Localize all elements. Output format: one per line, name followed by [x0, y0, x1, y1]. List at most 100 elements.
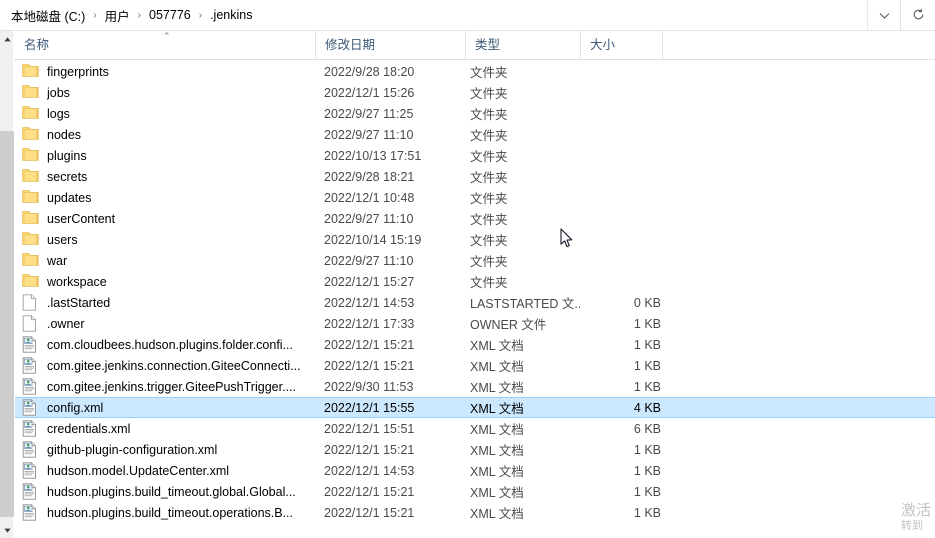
scroll-down-arrow-icon[interactable] [0, 522, 14, 538]
file-list[interactable]: fingerprints 2022/9/28 18:20 文件夹 jobs 2022/1… [15, 61, 935, 538]
file-type-cell: 文件夹 [470, 87, 508, 101]
table-row[interactable]: jobs 2022/12/1 15:26 文件夹 [15, 82, 935, 103]
column-header-size[interactable]: 大小 [580, 31, 662, 59]
table-row[interactable]: logs 2022/9/27 11:25 文件夹 [15, 103, 935, 124]
file-name-cell[interactable]: logs [22, 105, 312, 122]
table-row[interactable]: secrets 2022/9/28 18:21 文件夹 [15, 166, 935, 187]
file-type-cell: XML 文档 [470, 381, 524, 395]
column-header-type-label: 类型 [475, 38, 501, 52]
file-type-cell: 文件夹 [470, 150, 508, 164]
xml-file-icon [22, 462, 39, 479]
table-row[interactable]: com.gitee.jenkins.trigger.GiteePushTrigg… [15, 376, 935, 397]
table-row[interactable]: userContent 2022/9/27 11:10 文件夹 [15, 208, 935, 229]
folder-icon [22, 63, 39, 80]
date-modified-cell: 2022/9/30 11:53 [324, 379, 414, 394]
table-row[interactable]: config.xml 2022/12/1 15:55 XML 文档 4 KB [15, 397, 935, 418]
file-size-cell: 1 KB [633, 463, 661, 478]
breadcrumb-separator-icon[interactable]: › [194, 10, 207, 21]
table-row[interactable]: credentials.xml 2022/12/1 15:51 XML 文档 6 KB [15, 418, 935, 439]
date-modified-cell: 2022/10/13 17:51 [324, 148, 422, 163]
file-type-cell: 文件夹 [470, 213, 508, 227]
breadcrumb-separator-icon[interactable]: › [133, 10, 146, 21]
file-size-cell: 1 KB [633, 484, 661, 499]
file-name-label: updates [47, 190, 92, 205]
breadcrumb-item-0[interactable]: 本地磁盘 (C:) [8, 4, 88, 27]
xml-file-icon [22, 378, 39, 395]
file-size-cell: 1 KB [633, 358, 661, 373]
file-name-cell[interactable]: secrets [22, 168, 312, 185]
date-modified-cell: 2022/12/1 15:26 [324, 85, 415, 100]
table-row[interactable]: com.cloudbees.hudson.plugins.folder.conf… [15, 334, 935, 355]
file-name-cell[interactable]: .owner [22, 315, 312, 332]
file-type-cell: 文件夹 [470, 129, 508, 143]
file-name-cell[interactable]: credentials.xml [22, 420, 312, 437]
file-name-label: users [47, 232, 78, 247]
table-row[interactable]: com.gitee.jenkins.connection.GiteeConnec… [15, 355, 935, 376]
file-name-cell[interactable]: fingerprints [22, 63, 312, 80]
address-history-dropdown-button[interactable] [867, 0, 900, 30]
vertical-scrollbar[interactable] [0, 31, 14, 538]
xml-file-icon [22, 336, 39, 353]
table-row[interactable]: hudson.model.UpdateCenter.xml 2022/12/1 1… [15, 460, 935, 481]
table-row[interactable]: war 2022/9/27 11:10 文件夹 [15, 250, 935, 271]
file-type-cell: 文件夹 [470, 192, 508, 206]
file-type-cell: 文件夹 [470, 255, 508, 269]
table-row[interactable]: workspace 2022/12/1 15:27 文件夹 [15, 271, 935, 292]
file-name-cell[interactable]: hudson.plugins.build_timeout.operations.… [22, 504, 312, 521]
file-size-cell: 1 KB [633, 505, 661, 520]
file-name-cell[interactable]: workspace [22, 273, 312, 290]
file-name-label: jobs [47, 85, 70, 100]
table-row[interactable]: fingerprints 2022/9/28 18:20 文件夹 [15, 61, 935, 82]
file-size-cell: 4 KB [633, 400, 661, 415]
date-modified-cell: 2022/9/27 11:25 [324, 106, 414, 121]
column-header-type[interactable]: 类型 [465, 31, 580, 59]
breadcrumb-item-1[interactable]: 用户 [102, 4, 133, 27]
breadcrumb-item-2[interactable]: 057776 [146, 6, 194, 24]
scrollbar-thumb[interactable] [0, 131, 14, 517]
table-row[interactable]: hudson.plugins.build_timeout.operations.… [15, 502, 935, 523]
file-name-cell[interactable]: users [22, 231, 312, 248]
date-modified-cell: 2022/12/1 17:33 [324, 316, 415, 331]
folder-icon [22, 147, 39, 164]
date-modified-cell: 2022/12/1 15:27 [324, 274, 415, 289]
file-name-cell[interactable]: com.gitee.jenkins.trigger.GiteePushTrigg… [22, 378, 312, 395]
file-name-cell[interactable]: config.xml [22, 399, 312, 416]
file-name-cell[interactable]: userContent [22, 210, 312, 227]
file-name-cell[interactable]: .lastStarted [22, 294, 312, 311]
file-name-cell[interactable]: com.cloudbees.hudson.plugins.folder.conf… [22, 336, 312, 353]
file-name-label: hudson.plugins.build_timeout.operations.… [47, 505, 293, 520]
file-name-cell[interactable]: nodes [22, 126, 312, 143]
column-header-date-modified[interactable]: 修改日期 [315, 31, 465, 59]
table-row[interactable]: .lastStarted 2022/12/1 14:53 LASTSTARTED 文… [15, 292, 935, 313]
file-size-cell: 1 KB [633, 442, 661, 457]
file-name-cell[interactable]: jobs [22, 84, 312, 101]
table-row[interactable]: hudson.plugins.build_timeout.global.Glob… [15, 481, 935, 502]
breadcrumb-item-3[interactable]: .jenkins [207, 6, 255, 24]
file-name-cell[interactable]: plugins [22, 147, 312, 164]
xml-file-icon [22, 483, 39, 500]
file-name-cell[interactable]: github-plugin-configuration.xml [22, 441, 312, 458]
refresh-button[interactable] [900, 0, 935, 30]
xml-file-icon [22, 357, 39, 374]
file-name-cell[interactable]: com.gitee.jenkins.connection.GiteeConnec… [22, 357, 312, 374]
file-name-cell[interactable]: hudson.model.UpdateCenter.xml [22, 462, 312, 479]
file-name-cell[interactable]: war [22, 252, 312, 269]
table-row[interactable]: .owner 2022/12/1 17:33 OWNER 文件 1 KB [15, 313, 935, 334]
file-type-cell: 文件夹 [470, 276, 508, 290]
date-modified-cell: 2022/12/1 15:21 [324, 358, 415, 373]
table-row[interactable]: github-plugin-configuration.xml 2022/12/1… [15, 439, 935, 460]
scroll-up-arrow-icon[interactable] [0, 31, 14, 47]
file-name-cell[interactable]: updates [22, 189, 312, 206]
table-row[interactable]: plugins 2022/10/13 17:51 文件夹 [15, 145, 935, 166]
xml-file-icon [22, 420, 39, 437]
column-header-name[interactable]: ⌃ 名称 [15, 31, 315, 59]
file-size-cell: 1 KB [633, 316, 661, 331]
table-row[interactable]: nodes 2022/9/27 11:10 文件夹 [15, 124, 935, 145]
xml-file-icon [22, 504, 39, 521]
breadcrumb[interactable]: 本地磁盘 (C:) › 用户 › 057776 › .jenkins [0, 0, 867, 31]
table-row[interactable]: users 2022/10/14 15:19 文件夹 [15, 229, 935, 250]
address-bar: 本地磁盘 (C:) › 用户 › 057776 › .jenkins [0, 0, 935, 31]
table-row[interactable]: updates 2022/12/1 10:48 文件夹 [15, 187, 935, 208]
file-name-cell[interactable]: hudson.plugins.build_timeout.global.Glob… [22, 483, 312, 500]
breadcrumb-separator-icon[interactable]: › [88, 10, 101, 21]
